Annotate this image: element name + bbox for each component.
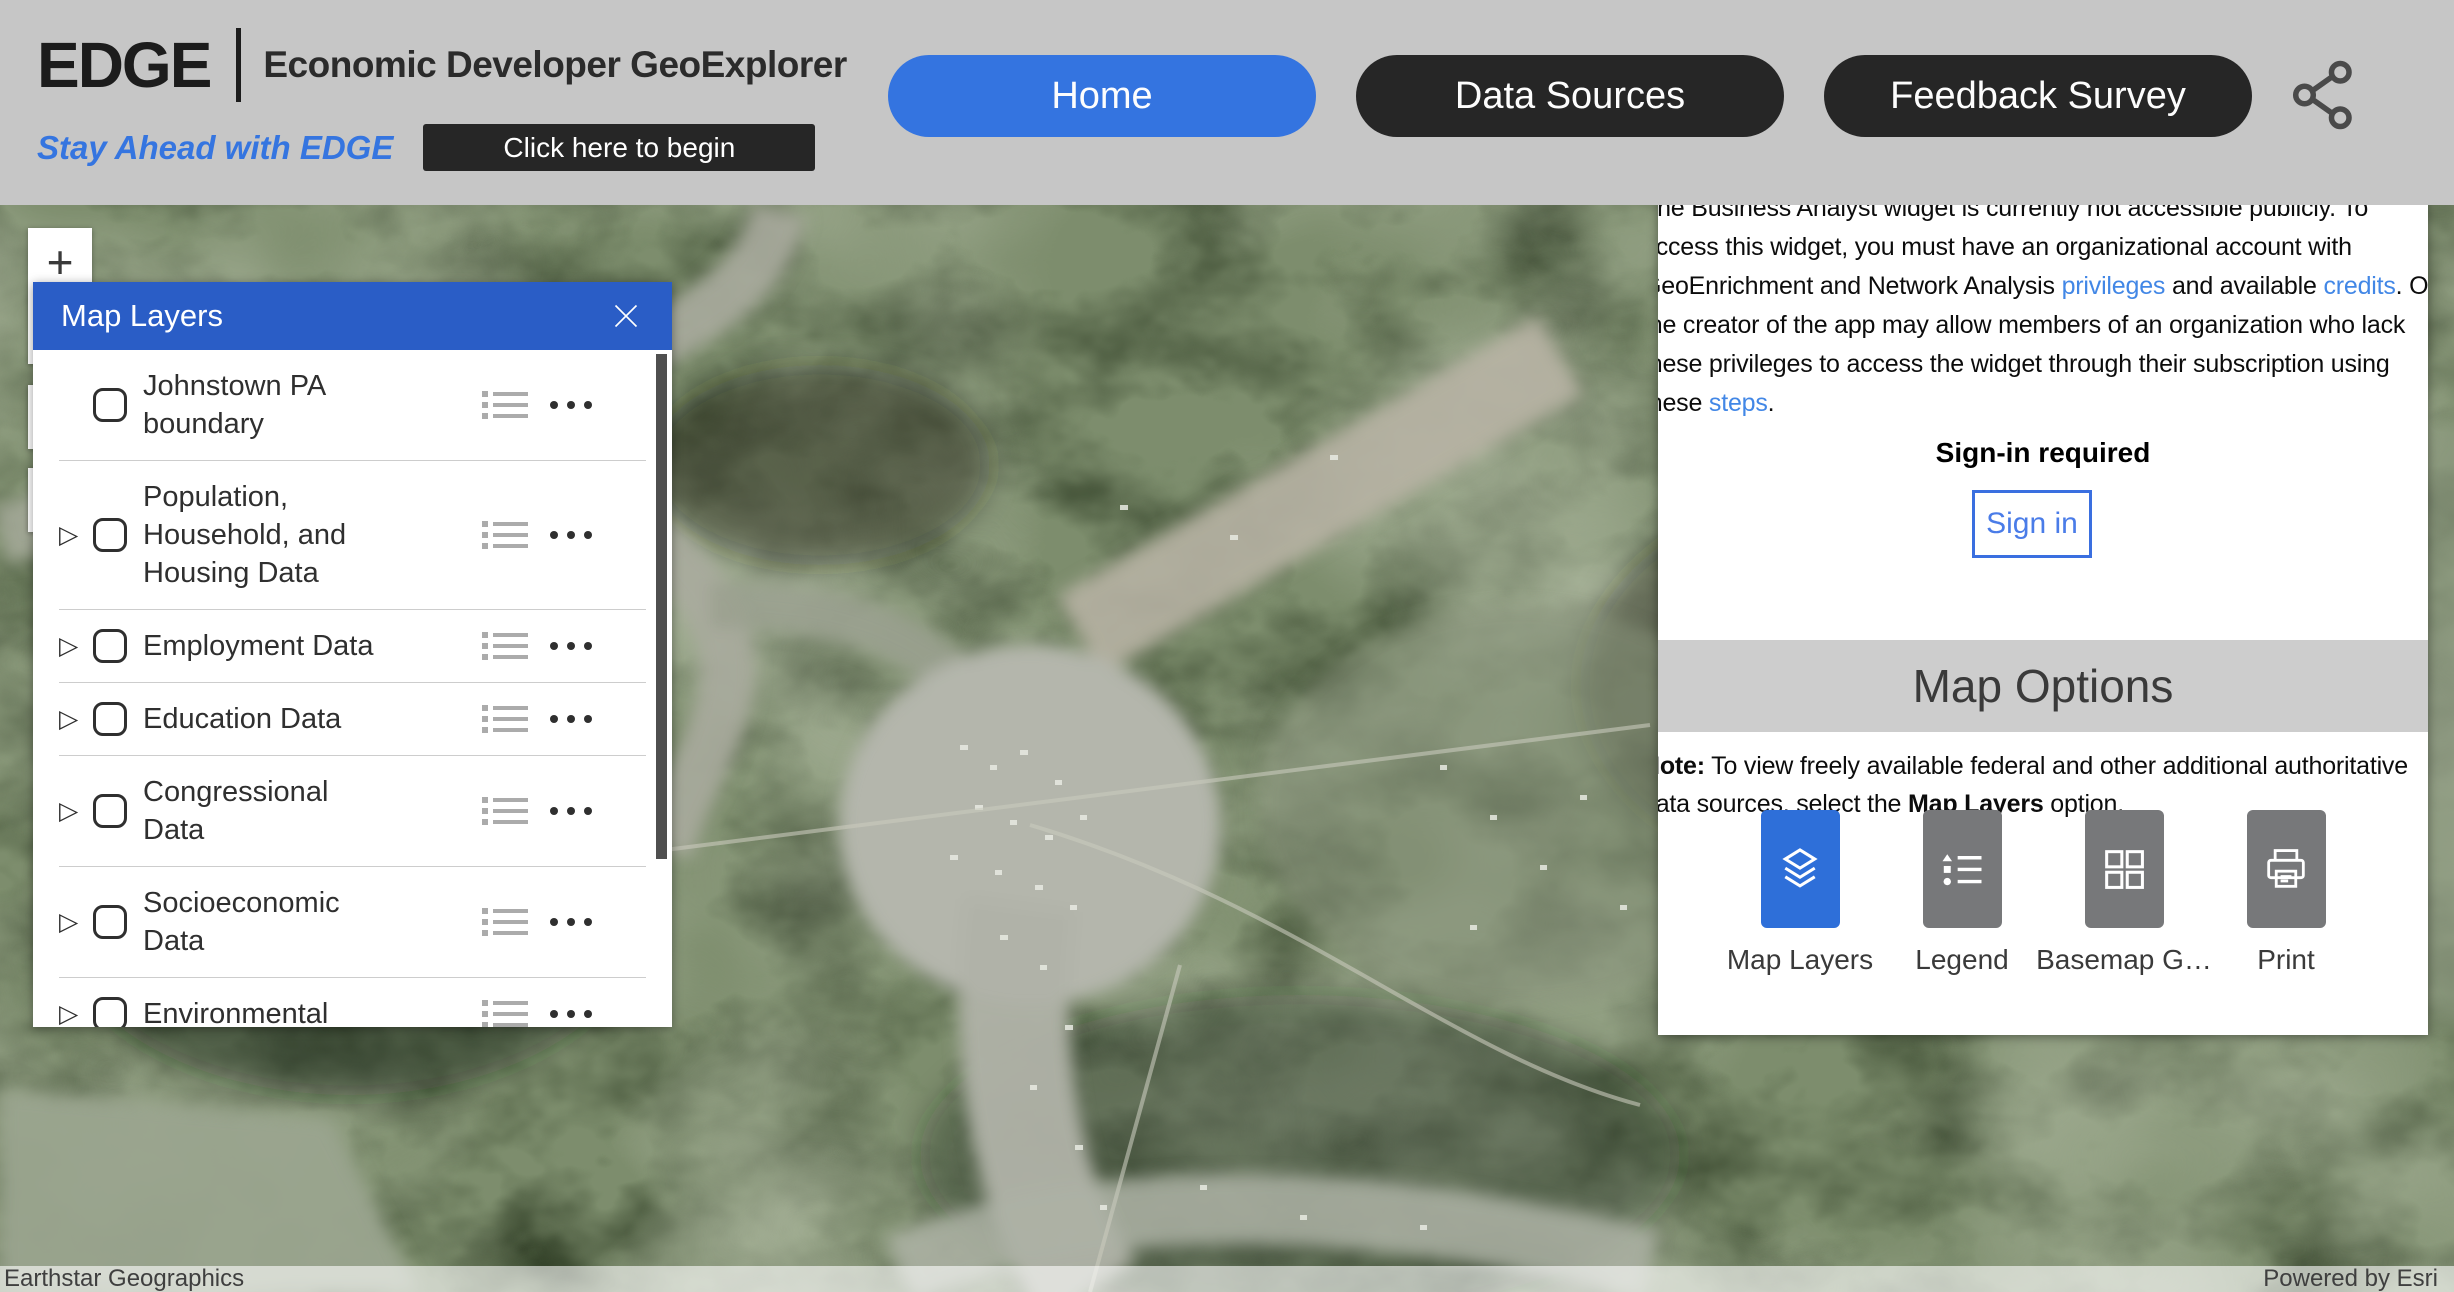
- tagline: Stay Ahead with EDGE: [37, 129, 393, 167]
- attribution-source: Earthstar Geographics: [4, 1265, 244, 1292]
- brand-tagline-row: Stay Ahead with EDGE Click here to begin: [37, 124, 815, 171]
- layer-options-icon[interactable]: [550, 807, 606, 815]
- steps-link[interactable]: steps: [1709, 389, 1768, 417]
- expand-arrow-icon[interactable]: ▷: [59, 520, 93, 550]
- layer-checkbox[interactable]: [93, 518, 127, 552]
- basemap-gallery-icon: [2085, 810, 2164, 928]
- map-options-title: Map Options: [1913, 659, 2174, 713]
- share-button[interactable]: [2284, 56, 2364, 136]
- layer-legend-icon[interactable]: [482, 792, 528, 830]
- layer-checkbox[interactable]: [93, 905, 127, 939]
- signin-required-label: Sign-in required: [1658, 437, 2428, 469]
- layer-label: Congressional Data: [143, 773, 403, 849]
- layer-checkbox[interactable]: [93, 388, 127, 422]
- legend-icon: [1923, 810, 2002, 928]
- layer-checkbox[interactable]: [93, 997, 127, 1027]
- layer-list: Johnstown PA boundary ▷ Population, Hous…: [33, 350, 672, 1027]
- map-tools-row: Map Layers Legend: [1658, 810, 2428, 976]
- layer-legend-icon[interactable]: [482, 995, 528, 1027]
- map-layers-panel: Map Layers Johnstown PA boundary: [33, 282, 672, 1027]
- layer-legend-icon[interactable]: [482, 516, 528, 554]
- tool-legend[interactable]: Legend: [1882, 810, 2042, 976]
- layer-options-icon[interactable]: [550, 918, 606, 926]
- layer-row-employment: ▷ Employment Data: [59, 610, 646, 683]
- app-header: EDGE Economic Developer GeoExplorer Stay…: [0, 0, 2454, 205]
- layer-options-icon[interactable]: [550, 531, 606, 539]
- tool-label: Basemap G…: [2036, 944, 2212, 976]
- nav-data-sources[interactable]: Data Sources: [1356, 55, 1784, 137]
- tool-basemap-gallery[interactable]: Basemap G…: [2044, 810, 2204, 976]
- share-icon: [2285, 122, 2363, 137]
- main-nav: Home Data Sources Feedback Survey: [888, 55, 2364, 137]
- layer-legend-icon[interactable]: [482, 627, 528, 665]
- layer-label: Population, Household, and Housing Data: [143, 478, 403, 592]
- layer-options-icon[interactable]: [550, 715, 606, 723]
- expand-arrow-icon[interactable]: ▷: [59, 704, 93, 734]
- expand-arrow-icon[interactable]: ▷: [59, 907, 93, 937]
- tool-label: Legend: [1915, 944, 2008, 976]
- brand: EDGE Economic Developer GeoExplorer: [37, 28, 847, 102]
- body-text: .: [1768, 389, 1775, 417]
- panel-scrollbar-thumb[interactable]: [656, 354, 667, 859]
- privileges-link[interactable]: privileges: [2062, 272, 2166, 300]
- layer-row-johnstown-boundary: Johnstown PA boundary: [59, 350, 646, 461]
- note-prefix: Note:: [1658, 752, 1705, 780]
- layer-label: Education Data: [143, 700, 403, 738]
- layer-row-socioeconomic: ▷ Socioeconomic Data: [59, 867, 646, 978]
- credits-link[interactable]: credits: [2323, 272, 2395, 300]
- reports-body-text: The Business Analyst widget is currently…: [1658, 189, 2428, 423]
- app-root: + − Earthstar Geographics Powered by Esr…: [0, 0, 2454, 1292]
- app-logo: EDGE: [37, 28, 210, 102]
- print-icon: [2247, 810, 2326, 928]
- layer-options-icon[interactable]: [550, 642, 606, 650]
- logo-divider: [236, 28, 241, 102]
- layers-icon: [1761, 810, 1840, 928]
- layer-label: Employment Data: [143, 627, 403, 665]
- layer-row-environmental: ▷ Environmental: [59, 978, 646, 1027]
- map-options-section-header: Map Options: [1658, 640, 2428, 732]
- begin-button[interactable]: Click here to begin: [423, 124, 815, 171]
- expand-arrow-icon[interactable]: ▷: [59, 796, 93, 826]
- tool-label: Map Layers: [1727, 944, 1873, 976]
- widget-panel: Generate Interactive Reports The Busines…: [1658, 85, 2428, 1035]
- layer-options-icon[interactable]: [550, 401, 606, 409]
- expand-arrow-icon[interactable]: ▷: [59, 999, 93, 1027]
- layer-row-congressional: ▷ Congressional Data: [59, 756, 646, 867]
- layer-checkbox[interactable]: [93, 794, 127, 828]
- layer-label: Socioeconomic Data: [143, 884, 403, 960]
- body-text: and available: [2165, 272, 2323, 300]
- tool-label: Print: [2257, 944, 2315, 976]
- attribution-esri: Powered by Esri: [2263, 1265, 2438, 1292]
- attribution-bar: Earthstar Geographics Powered by Esri: [0, 1266, 2454, 1292]
- nav-feedback-survey[interactable]: Feedback Survey: [1824, 55, 2252, 137]
- layer-label: Johnstown PA boundary: [143, 367, 403, 443]
- sign-in-button[interactable]: Sign in: [1972, 490, 2092, 558]
- layer-label: Environmental: [143, 995, 403, 1027]
- map-layers-panel-header: Map Layers: [33, 282, 672, 350]
- layer-row-population-housing: ▷ Population, Household, and Housing Dat…: [59, 461, 646, 610]
- layer-legend-icon[interactable]: [482, 700, 528, 738]
- tool-map-layers[interactable]: Map Layers: [1720, 810, 1880, 976]
- map-layers-title: Map Layers: [61, 298, 223, 334]
- layer-checkbox[interactable]: [93, 629, 127, 663]
- nav-home[interactable]: Home: [888, 55, 1316, 137]
- layer-options-icon[interactable]: [550, 1010, 606, 1018]
- layer-legend-icon[interactable]: [482, 903, 528, 941]
- expand-arrow-icon[interactable]: ▷: [59, 631, 93, 661]
- app-subtitle: Economic Developer GeoExplorer: [263, 44, 846, 86]
- tool-print[interactable]: Print: [2206, 810, 2366, 976]
- close-icon[interactable]: [604, 294, 648, 338]
- layer-checkbox[interactable]: [93, 702, 127, 736]
- layer-legend-icon[interactable]: [482, 386, 528, 424]
- layer-row-education: ▷ Education Data: [59, 683, 646, 756]
